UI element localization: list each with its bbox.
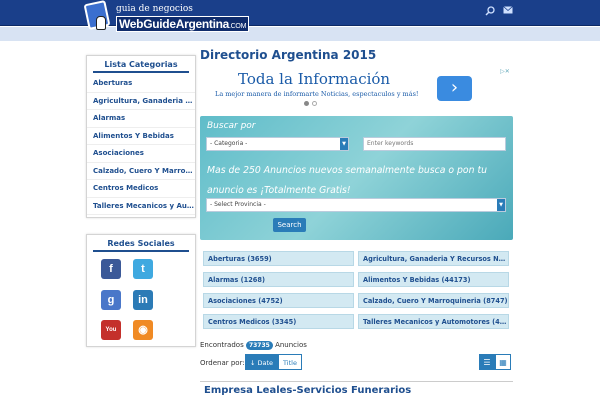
sidebar-category-item[interactable]: Talleres Mecanicos y Automotores: [87, 198, 195, 215]
grid-view-icon[interactable]: ▦: [495, 354, 511, 370]
search-label: Buscar por: [207, 121, 256, 131]
listing-divider: [200, 381, 513, 382]
categories-panel: Lista Categorias Aberturas Agricultura, G…: [86, 55, 196, 218]
category-tile[interactable]: Talleres Mecanicos y Automotores (4790): [358, 314, 509, 329]
results-count: Encontrados 73735 Anuncios: [200, 341, 307, 350]
logo-tagline: guia de negocios: [116, 4, 193, 14]
site-logo[interactable]: guia de negocios WebGuideArgentina.COM: [83, 0, 250, 36]
social-title: Redes Sociales: [93, 235, 189, 252]
category-select-value: - Categoria -: [210, 140, 248, 147]
chevron-down-icon: ▼: [497, 199, 505, 211]
search-icon[interactable]: [484, 6, 496, 18]
category-tile[interactable]: Alimentos Y Bebidas (44173): [358, 272, 509, 287]
youtube-icon[interactable]: You: [101, 320, 121, 340]
results-prefix: Encontrados: [200, 341, 244, 349]
sidebar-category-item[interactable]: Asociaciones: [87, 145, 195, 163]
ad-subtitle: La mejor manera de informarte Noticias, …: [215, 90, 419, 98]
logo-name: WebGuideArgentina: [119, 17, 230, 31]
ad-pager: [304, 101, 318, 107]
sidebar-category-item[interactable]: Alimentos Y Bebidas: [87, 128, 195, 145]
logo-hand-cursor-icon: [96, 16, 106, 30]
sidebar-category-item[interactable]: Alarmas: [87, 110, 195, 128]
promo-text: Mas de 250 Anuncios nuevos semanalmente …: [207, 165, 488, 196]
category-tile[interactable]: Centros Medicos (3345): [203, 314, 354, 329]
categories-list: AberturasAgricultura, Ganaderia Y Recurs…: [87, 75, 195, 215]
province-select[interactable]: - Select Provincia - ▼: [206, 198, 506, 212]
list-view-icon[interactable]: ☰: [479, 354, 495, 370]
page-title: Directorio Argentina 2015: [200, 48, 377, 62]
sidebar-category-item[interactable]: Aberturas: [87, 75, 195, 93]
rss-icon[interactable]: ◉: [133, 320, 153, 340]
ad-dot-active[interactable]: [304, 101, 309, 106]
category-tile[interactable]: Agricultura, Ganaderia Y Recursos Natura…: [358, 251, 509, 266]
ad-next-arrow-icon[interactable]: ›: [437, 76, 472, 101]
logo-tld: .COM: [229, 23, 247, 30]
logo-wordmark: WebGuideArgentina.COM: [116, 16, 250, 32]
category-tile[interactable]: Alarmas (1268): [203, 272, 354, 287]
sort-title-button[interactable]: Title: [278, 354, 302, 370]
sort-date-button[interactable]: ↓ Date: [245, 354, 278, 370]
ad-banner[interactable]: Toda la Información La mejor manera de i…: [200, 66, 513, 110]
social-panel: Redes Sociales f t g in You ◉: [86, 234, 196, 347]
category-tile[interactable]: Asociaciones (4752): [203, 293, 354, 308]
keywords-input[interactable]: Enter keywords: [363, 137, 506, 151]
twitter-icon[interactable]: t: [133, 259, 153, 279]
search-panel: Buscar por - Categoria - ▼ Enter keyword…: [200, 116, 513, 240]
ad-close-icon[interactable]: ▷✕: [497, 68, 513, 75]
province-select-value: - Select Provincia -: [210, 201, 266, 208]
categories-title: Lista Categorias: [93, 56, 189, 73]
mail-icon[interactable]: [502, 6, 514, 18]
category-tile[interactable]: Calzado, Cuero Y Marroquineria (8747): [358, 293, 509, 308]
keywords-placeholder: Enter keywords: [367, 140, 414, 147]
results-suffix: Anuncios: [275, 341, 307, 349]
sidebar-category-item[interactable]: Calzado, Cuero Y Marroquineria: [87, 163, 195, 180]
ad-dot[interactable]: [312, 101, 317, 106]
linkedin-icon[interactable]: in: [133, 290, 153, 310]
order-label: Ordenar por:: [200, 359, 245, 367]
google-plus-icon[interactable]: g: [101, 290, 121, 310]
category-select[interactable]: - Categoria - ▼: [206, 137, 349, 151]
category-tile[interactable]: Aberturas (3659): [203, 251, 354, 266]
listing-title[interactable]: Empresa Leales-Servicios Funerarios: [204, 385, 411, 396]
chevron-down-icon: ▼: [340, 138, 348, 150]
search-button[interactable]: Search: [273, 218, 306, 232]
results-count-badge: 73735: [245, 341, 273, 350]
facebook-icon[interactable]: f: [101, 259, 121, 279]
ad-title: Toda la Información: [238, 70, 391, 88]
sidebar-category-item[interactable]: Centros Medicos: [87, 180, 195, 198]
sidebar-category-item[interactable]: Agricultura, Ganaderia Y Recursos Natura…: [87, 93, 195, 110]
